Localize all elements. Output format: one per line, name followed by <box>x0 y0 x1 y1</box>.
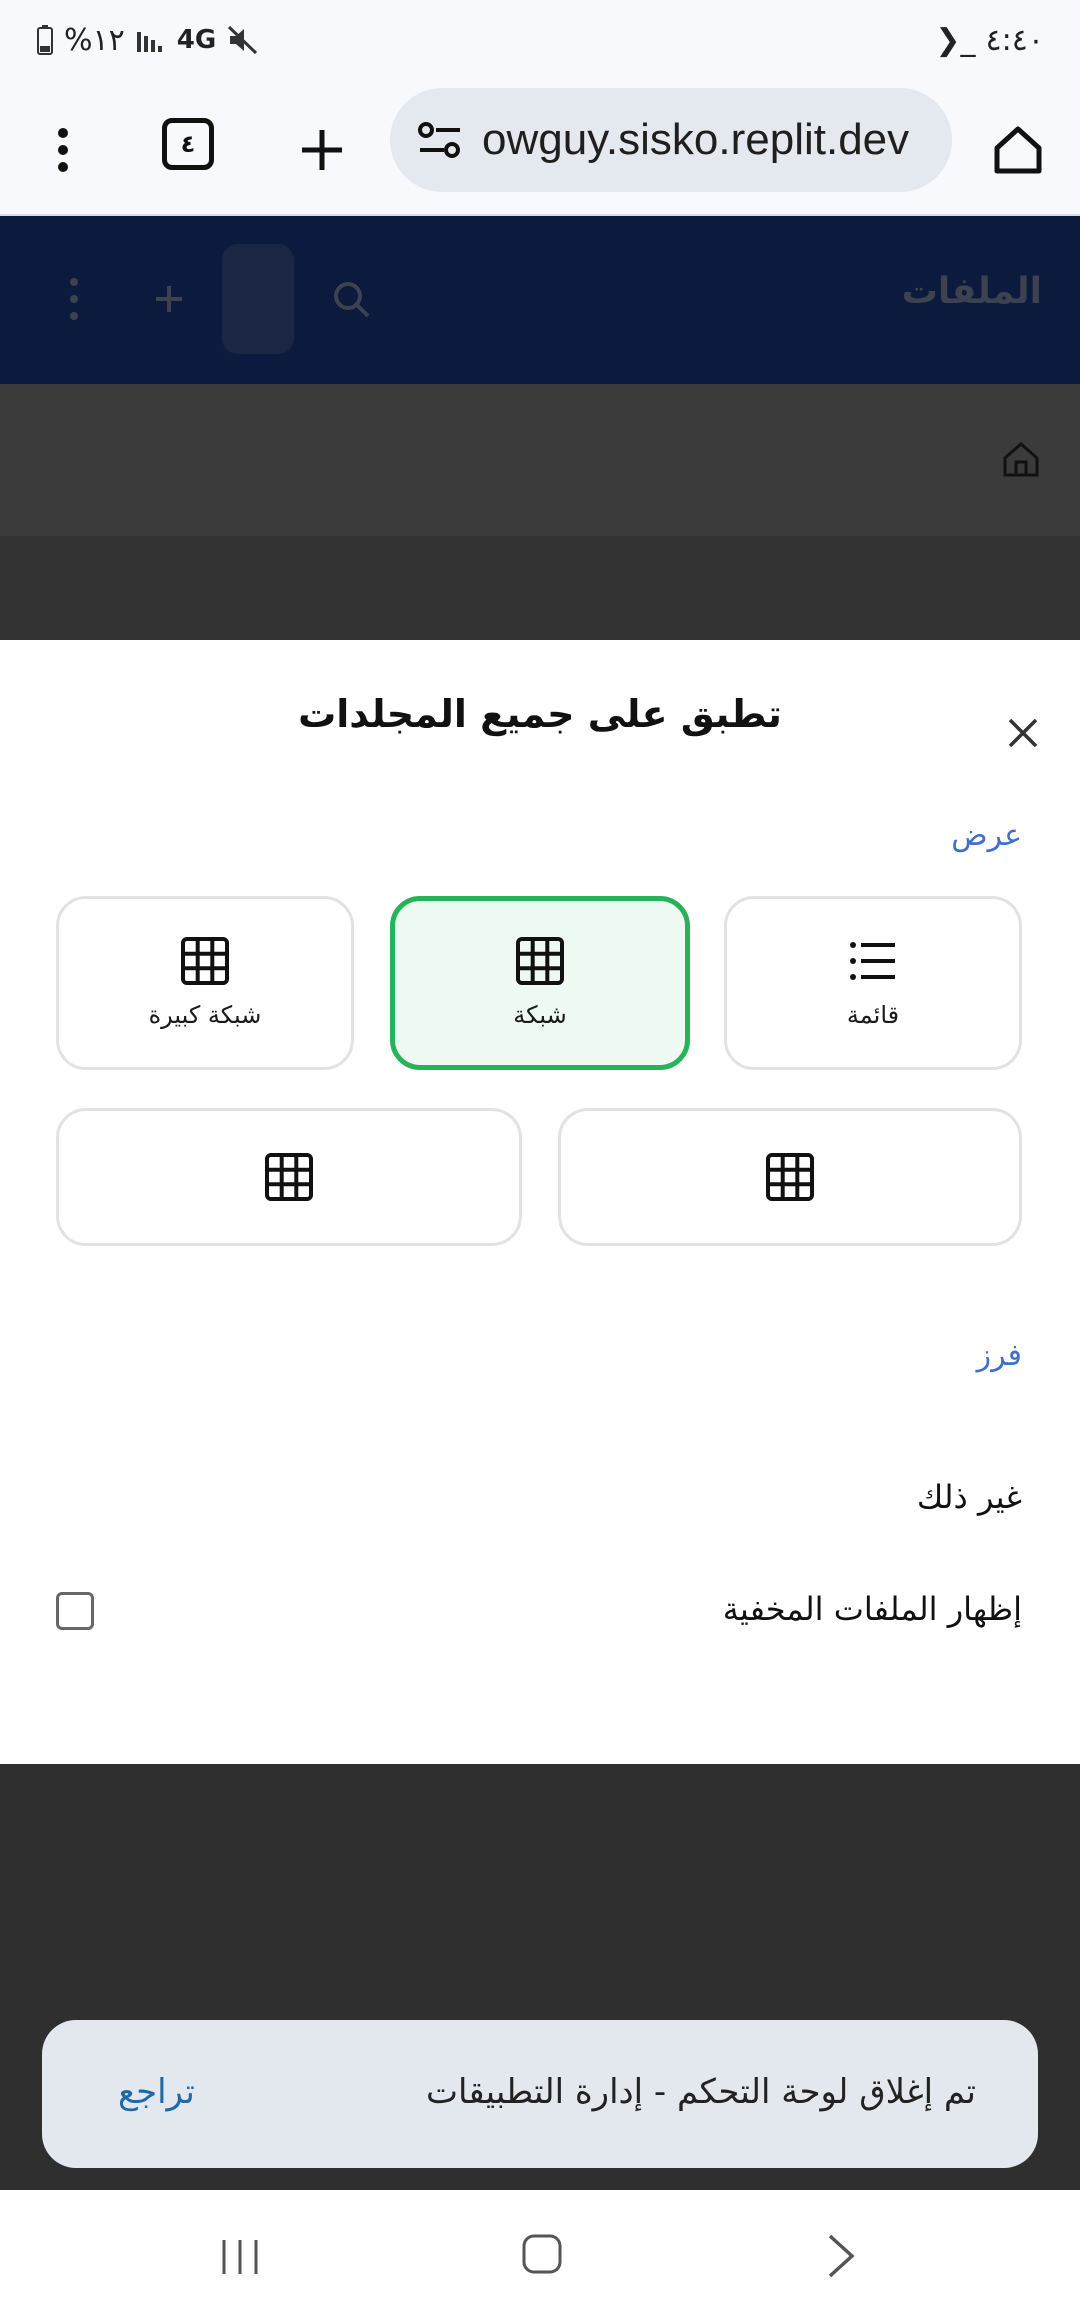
view-option-grid[interactable]: شبكة <box>390 896 690 1070</box>
view-toggle-button[interactable] <box>222 244 294 354</box>
page-title: الملفات <box>901 271 1042 312</box>
more-vert-icon[interactable] <box>62 276 86 322</box>
status-bar: %١٢ 4G ❯_ ٤:٤٠ <box>0 0 1080 80</box>
show-hidden-files-checkbox[interactable] <box>56 1592 94 1630</box>
tab-switcher-button[interactable]: ٤ <box>162 118 214 170</box>
snackbar-message: تم إغلاق لوحة التحكم - إدارة التطبيقات <box>426 2072 976 2112</box>
add-icon[interactable] <box>148 278 190 320</box>
view-option-list[interactable]: قائمة <box>724 896 1022 1070</box>
home-icon[interactable] <box>1000 438 1042 480</box>
snackbar: تم إغلاق لوحة التحكم - إدارة التطبيقات ت… <box>42 2020 1038 2168</box>
terminal-icon: ❯_ <box>935 22 976 58</box>
view-option-extra-2[interactable] <box>56 1108 522 1246</box>
browser-home-button[interactable] <box>988 110 1048 190</box>
grid-icon <box>766 1153 814 1201</box>
browser-toolbar: ٤ owguy.sisko.replit.dev <box>0 80 1080 216</box>
view-option-label: شبكة كبيرة <box>148 1001 262 1029</box>
home-icon <box>994 126 1042 174</box>
plus-icon <box>302 130 342 170</box>
undo-button[interactable]: تراجع <box>118 2072 195 2112</box>
view-section-label: عرض <box>951 818 1022 853</box>
grid-icon <box>516 937 564 985</box>
view-option-extra-1[interactable] <box>558 1108 1022 1246</box>
show-hidden-files-label: إظهار الملفات المخفية <box>722 1590 1022 1628</box>
overlay-scrim[interactable] <box>0 536 1080 640</box>
list-icon <box>850 942 895 980</box>
home-nav-icon[interactable] <box>520 2232 564 2276</box>
more-vert-icon <box>58 128 68 172</box>
mute-icon <box>226 24 260 56</box>
clock: ٤:٤٠ <box>985 22 1044 58</box>
site-settings-icon[interactable] <box>414 114 466 166</box>
address-bar[interactable]: owguy.sisko.replit.dev <box>390 88 952 192</box>
view-settings-sheet: تطبق على جميع المجلدات عرض قائمة شبكة شب… <box>0 640 1080 1764</box>
battery-icon <box>36 24 54 56</box>
search-icon[interactable] <box>330 278 372 320</box>
sheet-title: تطبق على جميع المجلدات <box>298 692 782 736</box>
new-tab-button[interactable] <box>290 110 354 190</box>
view-option-label: شبكة <box>513 1001 567 1029</box>
view-option-large-grid[interactable]: شبكة كبيرة <box>56 896 354 1070</box>
battery-percent: %١٢ <box>64 22 125 58</box>
network-type: 4G <box>176 25 217 55</box>
view-option-label: قائمة <box>846 1001 900 1029</box>
sort-section-label: فرز <box>976 1338 1022 1373</box>
grid-icon <box>265 1153 313 1201</box>
status-left: %١٢ 4G <box>36 23 260 58</box>
url-text: owguy.sisko.replit.dev <box>482 115 910 164</box>
recent-apps-icon[interactable] <box>218 2236 262 2278</box>
browser-menu-button[interactable] <box>38 110 88 190</box>
system-nav-bar <box>0 2190 1080 2316</box>
other-section-label: غير ذلك <box>916 1478 1022 1516</box>
breadcrumb <box>0 384 1080 536</box>
status-right: ❯_ ٤:٤٠ <box>935 23 1044 58</box>
signal-icon <box>135 26 167 54</box>
grid-icon <box>181 937 229 985</box>
app-header: الملفات <box>0 216 1080 384</box>
back-chevron-icon[interactable] <box>826 2232 856 2280</box>
close-icon[interactable] <box>1002 712 1044 754</box>
